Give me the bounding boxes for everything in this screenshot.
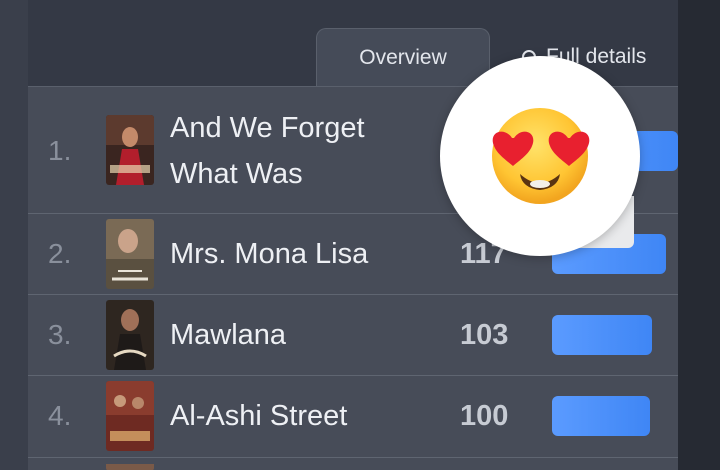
row-title: Mrs. Mona Lisa [170, 238, 369, 270]
poster-thumbnail [106, 115, 154, 185]
row-title: Mawlana [170, 319, 287, 351]
row-count: 100 [460, 400, 509, 432]
poster-thumbnail [106, 219, 154, 289]
table-row[interactable]: 4. Al-Ashi Street 100 [28, 376, 678, 458]
count-bar [552, 315, 652, 355]
row-title-line2: What Was [170, 158, 303, 190]
row-title: Al-Ashi Street [170, 400, 348, 432]
heart-eyes-emoji-icon [440, 56, 640, 256]
row-rank: 4. [48, 400, 72, 431]
count-bar [552, 396, 650, 436]
row-rank: 2. [48, 238, 72, 269]
left-edge [0, 0, 28, 470]
poster-thumbnail [106, 300, 154, 370]
row-title: And We Forget [170, 112, 365, 144]
poster-thumbnail [106, 461, 154, 470]
table-row[interactable] [28, 458, 678, 470]
tab-overview-label: Overview [359, 45, 447, 69]
poster-thumbnail [106, 381, 154, 451]
row-rank: 1. [48, 135, 72, 166]
right-edge [678, 0, 720, 470]
row-rank: 3. [48, 319, 72, 350]
row-count: 103 [460, 319, 509, 351]
table-row[interactable]: 3. Mawlana 103 [28, 295, 678, 376]
